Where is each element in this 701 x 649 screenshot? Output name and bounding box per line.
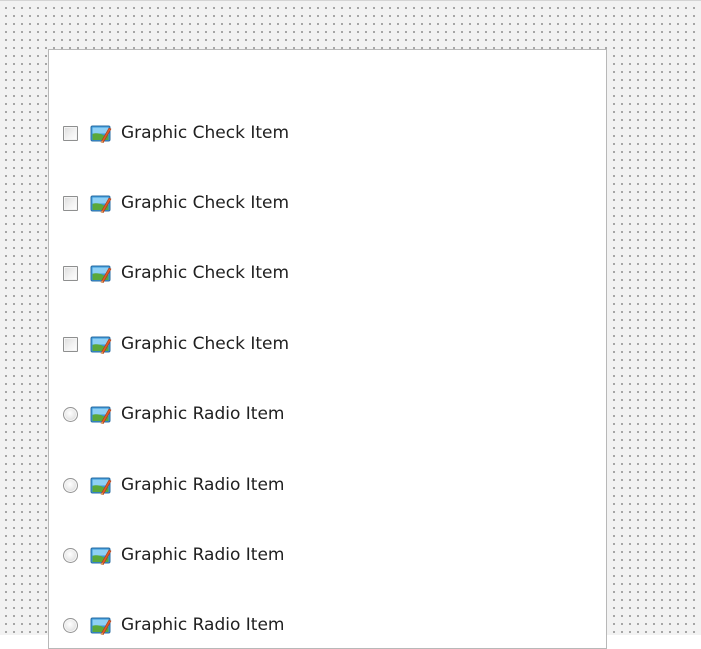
item-label: Graphic Radio Item — [121, 404, 285, 424]
radio-button[interactable] — [63, 406, 78, 422]
graphic-radio-item[interactable]: Graphic Radio Item — [63, 612, 285, 638]
graphic-item-list: Graphic Check Item Graphic Check Item Gr… — [48, 49, 607, 649]
image-edit-icon — [90, 195, 112, 213]
graphic-check-item[interactable]: Graphic Check Item — [63, 120, 289, 146]
item-label: Graphic Check Item — [121, 334, 290, 354]
checkbox[interactable] — [63, 265, 78, 281]
item-label: Graphic Check Item — [121, 193, 290, 213]
radio-button[interactable] — [63, 547, 78, 563]
checkbox[interactable] — [63, 125, 78, 141]
item-label: Graphic Radio Item — [121, 475, 285, 495]
image-edit-icon — [90, 547, 112, 565]
graphic-check-item[interactable]: Graphic Check Item — [63, 331, 289, 357]
image-edit-icon — [90, 336, 112, 354]
image-edit-icon — [90, 477, 112, 495]
image-edit-icon — [90, 265, 112, 283]
image-edit-icon — [90, 125, 112, 143]
item-label: Graphic Check Item — [121, 263, 290, 283]
item-label: Graphic Check Item — [121, 123, 290, 143]
graphic-radio-item[interactable]: Graphic Radio Item — [63, 542, 285, 568]
graphic-radio-item[interactable]: Graphic Radio Item — [63, 472, 285, 498]
graphic-radio-item[interactable]: Graphic Radio Item — [63, 401, 285, 427]
image-edit-icon — [90, 617, 112, 635]
checkbox[interactable] — [63, 195, 78, 211]
radio-button[interactable] — [63, 617, 78, 633]
design-surface: Graphic Check Item Graphic Check Item Gr… — [0, 0, 701, 649]
item-label: Graphic Radio Item — [121, 615, 285, 635]
radio-button[interactable] — [63, 477, 78, 493]
checkbox[interactable] — [63, 336, 78, 352]
graphic-check-item[interactable]: Graphic Check Item — [63, 190, 289, 216]
item-label: Graphic Radio Item — [121, 545, 285, 565]
graphic-check-item[interactable]: Graphic Check Item — [63, 260, 289, 286]
image-edit-icon — [90, 406, 112, 424]
